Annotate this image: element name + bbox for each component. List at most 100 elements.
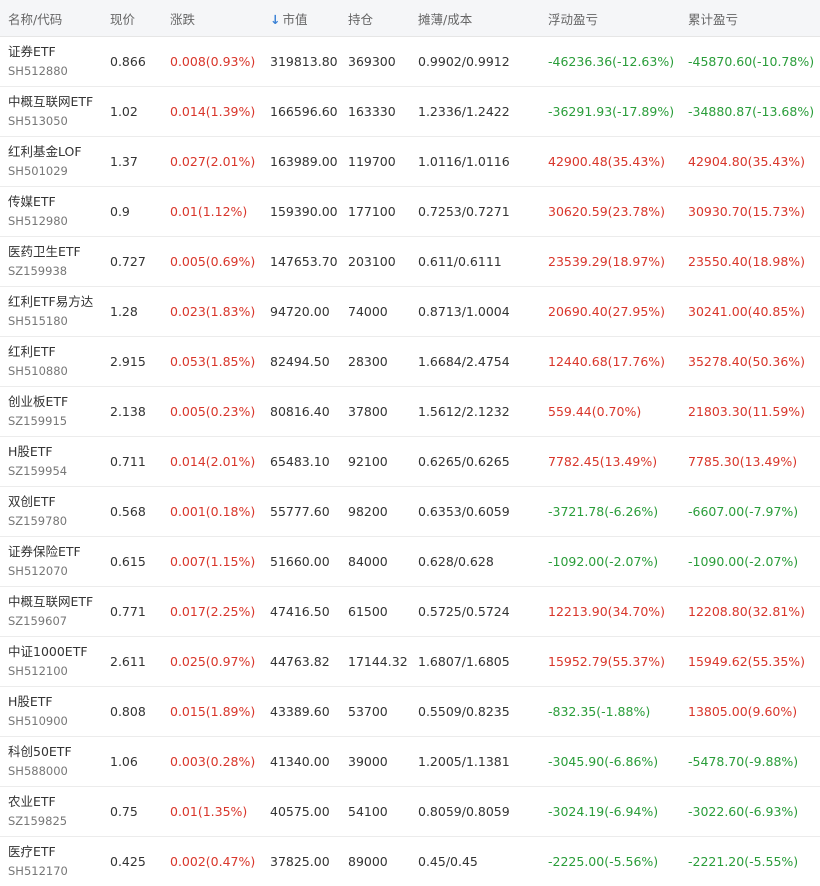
table-row[interactable]: 证券ETF SH512880 0.866 0.008(0.93%) 319813.80 3… xyxy=(0,37,820,87)
holding-cell: 61500 xyxy=(348,604,388,619)
table-row[interactable]: 中概互联网ETF SH513050 1.02 0.014(1.39%) 166596.6… xyxy=(0,87,820,137)
market-value-cell: 159390.00 xyxy=(270,204,338,219)
table-row[interactable]: 农业ETF SZ159825 0.75 0.01(1.35%) 40575.00 5410… xyxy=(0,787,820,837)
security-cell: 医疗ETF SH512170 xyxy=(0,843,110,880)
header-float-pl[interactable]: 浮动盈亏 xyxy=(548,9,688,28)
holding-cell: 37800 xyxy=(348,404,388,419)
change-cell: 0.015(1.89%) xyxy=(170,704,256,719)
market-value-cell: 40575.00 xyxy=(270,804,330,819)
table-row[interactable]: 创业板ETF SZ159915 2.138 0.005(0.23%) 80816.40 3… xyxy=(0,387,820,437)
market-value-cell: 80816.40 xyxy=(270,404,330,419)
market-value-cell: 51660.00 xyxy=(270,554,330,569)
total-pl-cell: -1090.00(-2.07%) xyxy=(688,554,799,569)
header-change[interactable]: 涨跌 xyxy=(170,9,270,28)
security-code: SZ159780 xyxy=(8,514,68,528)
holding-cell: 53700 xyxy=(348,704,388,719)
float-pl-cell: -832.35(-1.88%) xyxy=(548,704,651,719)
header-name[interactable]: 名称/代码 xyxy=(0,9,110,28)
security-code: SH512100 xyxy=(8,664,68,678)
price-cell: 0.615 xyxy=(110,554,146,569)
table-row[interactable]: 中概互联网ETF SZ159607 0.771 0.017(2.25%) 47416.5… xyxy=(0,587,820,637)
market-value-cell: 47416.50 xyxy=(270,604,330,619)
holding-cell: 39000 xyxy=(348,754,388,769)
holdings-table: 名称/代码 现价 涨跌 ↓ 市值 持仓 摊薄/成本 浮动盈亏 累计盈亏 证券ETF… xyxy=(0,0,820,886)
price-cell: 1.28 xyxy=(110,304,138,319)
total-pl-cell: 15949.62(55.35%) xyxy=(688,654,806,669)
table-row[interactable]: 科创50ETF SH588000 1.06 0.003(0.28%) 41340.00 3… xyxy=(0,737,820,787)
table-row[interactable]: 传媒ETF SH512980 0.9 0.01(1.12%) 159390.00 1771… xyxy=(0,187,820,237)
float-pl-cell: 30620.59(23.78%) xyxy=(548,204,666,219)
cost-cell: 0.6265/0.6265 xyxy=(418,454,510,469)
market-value-cell: 94720.00 xyxy=(270,304,330,319)
cost-cell: 1.2005/1.1381 xyxy=(418,754,510,769)
market-value-cell: 65483.10 xyxy=(270,454,330,469)
security-name: 农业ETF xyxy=(8,794,56,809)
cost-cell: 0.8713/1.0004 xyxy=(418,304,510,319)
security-name: 红利ETF xyxy=(8,344,56,359)
security-code: SH588000 xyxy=(8,764,68,778)
total-pl-cell: -45870.60(-10.78%) xyxy=(688,54,815,69)
total-pl-cell: -5478.70(-9.88%) xyxy=(688,754,799,769)
cost-cell: 0.5509/0.8235 xyxy=(418,704,510,719)
header-cost[interactable]: 摊薄/成本 xyxy=(418,9,548,28)
header-total-pl[interactable]: 累计盈亏 xyxy=(688,9,820,28)
security-code: SH512070 xyxy=(8,564,68,578)
holding-cell: 203100 xyxy=(348,254,396,269)
table-row[interactable]: H股ETF SZ159954 0.711 0.014(2.01%) 65483.10 92… xyxy=(0,437,820,487)
change-cell: 0.027(2.01%) xyxy=(170,154,256,169)
header-market-value[interactable]: ↓ 市值 xyxy=(270,9,348,28)
float-pl-cell: 12440.68(17.76%) xyxy=(548,354,666,369)
security-name: 红利基金LOF xyxy=(8,144,82,159)
change-cell: 0.005(0.69%) xyxy=(170,254,256,269)
security-code: SZ159938 xyxy=(8,264,68,278)
change-cell: 0.008(0.93%) xyxy=(170,54,256,69)
holding-cell: 177100 xyxy=(348,204,396,219)
header-holding[interactable]: 持仓 xyxy=(348,9,418,28)
table-row[interactable]: 医疗ETF SH512170 0.425 0.002(0.47%) 37825.00 89… xyxy=(0,837,820,886)
price-cell: 0.568 xyxy=(110,504,146,519)
table-row[interactable]: 红利基金LOF SH501029 1.37 0.027(2.01%) 163989.00… xyxy=(0,137,820,187)
security-code: SH501029 xyxy=(8,164,68,178)
security-name: H股ETF xyxy=(8,694,53,709)
security-cell: 科创50ETF SH588000 xyxy=(0,743,110,780)
total-pl-cell: 7785.30(13.49%) xyxy=(688,454,798,469)
total-pl-cell: 13805.00(9.60%) xyxy=(688,704,798,719)
table-row[interactable]: 红利ETF易方达 SH515180 1.28 0.023(1.83%) 94720.00… xyxy=(0,287,820,337)
security-cell: 中概互联网ETF SZ159607 xyxy=(0,593,110,630)
cost-cell: 1.5612/2.1232 xyxy=(418,404,510,419)
market-value-cell: 43389.60 xyxy=(270,704,330,719)
table-row[interactable]: 证券保险ETF SH512070 0.615 0.007(1.15%) 51660.00… xyxy=(0,537,820,587)
security-code: SZ159915 xyxy=(8,414,68,428)
float-pl-cell: 15952.79(55.37%) xyxy=(548,654,666,669)
float-pl-cell: 42900.48(35.43%) xyxy=(548,154,666,169)
security-name: 红利ETF易方达 xyxy=(8,294,94,309)
table-row[interactable]: 双创ETF SZ159780 0.568 0.001(0.18%) 55777.60 98… xyxy=(0,487,820,537)
header-price[interactable]: 现价 xyxy=(110,9,170,28)
holding-cell: 54100 xyxy=(348,804,388,819)
table-row[interactable]: H股ETF SH510900 0.808 0.015(1.89%) 43389.60 53… xyxy=(0,687,820,737)
price-cell: 0.771 xyxy=(110,604,146,619)
holding-cell: 163330 xyxy=(348,104,396,119)
security-code: SH515180 xyxy=(8,314,68,328)
security-code: SH510900 xyxy=(8,714,68,728)
market-value-cell: 82494.50 xyxy=(270,354,330,369)
change-cell: 0.005(0.23%) xyxy=(170,404,256,419)
total-pl-cell: -34880.87(-13.68%) xyxy=(688,104,815,119)
table-row[interactable]: 医药卫生ETF SZ159938 0.727 0.005(0.69%) 147653.7… xyxy=(0,237,820,287)
change-cell: 0.007(1.15%) xyxy=(170,554,256,569)
security-cell: 医药卫生ETF SZ159938 xyxy=(0,243,110,280)
holding-cell: 74000 xyxy=(348,304,388,319)
security-code: SZ159954 xyxy=(8,464,68,478)
security-cell: 红利ETF易方达 SH515180 xyxy=(0,293,110,330)
table-row[interactable]: 中证1000ETF SH512100 2.611 0.025(0.97%) 44763.… xyxy=(0,637,820,687)
table-header: 名称/代码 现价 涨跌 ↓ 市值 持仓 摊薄/成本 浮动盈亏 累计盈亏 xyxy=(0,0,820,37)
price-cell: 1.06 xyxy=(110,754,138,769)
table-body: 证券ETF SH512880 0.866 0.008(0.93%) 319813.80 3… xyxy=(0,37,820,886)
holding-cell: 98200 xyxy=(348,504,388,519)
holding-cell: 28300 xyxy=(348,354,388,369)
security-name: H股ETF xyxy=(8,444,53,459)
security-code: SH510880 xyxy=(8,364,68,378)
table-row[interactable]: 红利ETF SH510880 2.915 0.053(1.85%) 82494.50 28… xyxy=(0,337,820,387)
cost-cell: 0.628/0.628 xyxy=(418,554,494,569)
security-name: 证券ETF xyxy=(8,44,56,59)
